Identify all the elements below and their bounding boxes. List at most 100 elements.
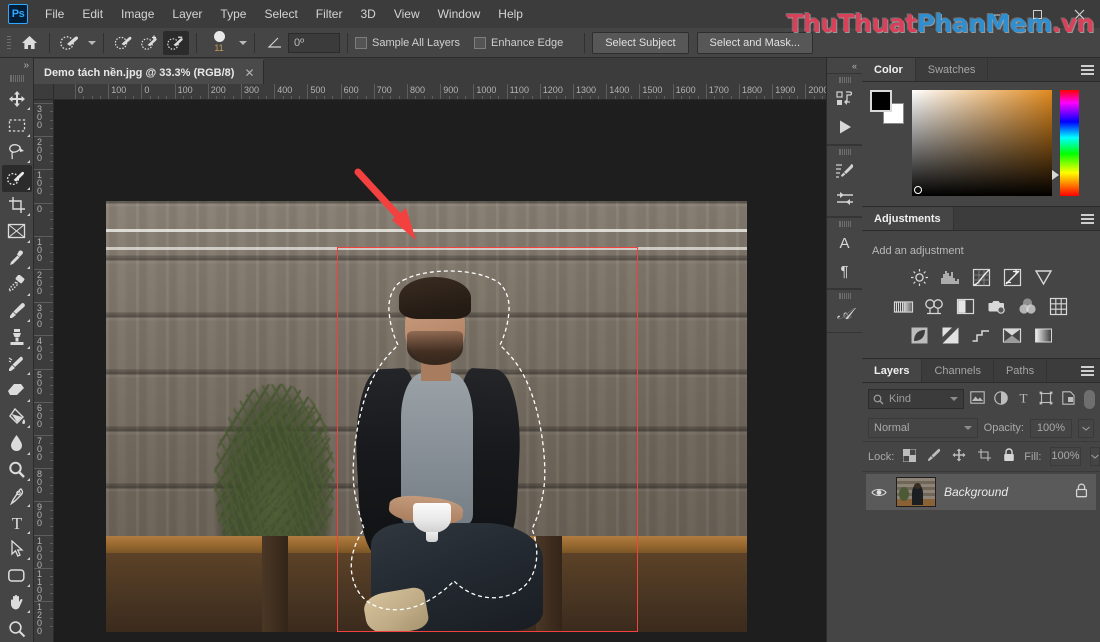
sample-all-layers-checkbox[interactable] xyxy=(355,36,367,49)
tool-preset-chevron-down-icon[interactable] xyxy=(88,40,96,45)
threshold-icon[interactable] xyxy=(971,325,992,346)
vertical-ruler[interactable]: 300 200 100 0 100 200 300 400 500 600 700 800 900 100… xyxy=(34,100,54,642)
crop-tool[interactable] xyxy=(2,192,32,218)
actions-play-icon[interactable] xyxy=(830,113,860,141)
menu-image[interactable]: Image xyxy=(112,3,163,25)
history-brush-tool[interactable] xyxy=(2,351,32,377)
layer-visibility-toggle[interactable] xyxy=(870,487,888,498)
pen-tool[interactable] xyxy=(2,483,32,509)
fill-stepper[interactable] xyxy=(1089,447,1100,466)
brush-settings-icon[interactable] xyxy=(830,157,860,185)
blend-mode-chevron-down-icon[interactable] xyxy=(963,426,972,430)
fill-input[interactable]: 100% xyxy=(1050,447,1081,466)
glyphs-group-grip[interactable] xyxy=(838,293,851,299)
color-field-picker[interactable] xyxy=(914,186,922,194)
path-selection-tool[interactable] xyxy=(2,536,32,562)
history-panel-icon[interactable] xyxy=(830,85,860,113)
quick-selection-tool[interactable] xyxy=(1,165,32,192)
menu-edit[interactable]: Edit xyxy=(73,3,112,25)
filter-adjustment-layers-icon[interactable] xyxy=(994,390,1008,408)
character-panel-icon[interactable]: A xyxy=(830,229,860,257)
color-panel-menu-icon[interactable] xyxy=(1081,58,1094,82)
home-button[interactable] xyxy=(16,31,42,55)
foreground-color-swatch[interactable] xyxy=(870,90,892,112)
sample-all-layers-checkbox-row[interactable]: Sample All Layers xyxy=(355,36,460,49)
brush-tool[interactable] xyxy=(2,298,32,324)
layer-name[interactable]: Background xyxy=(944,485,1067,499)
horizontal-ruler[interactable]: 0 100 0 100 200 300 400 500 600 700 800 900 1000 1100… xyxy=(54,84,826,100)
tab-layers[interactable]: Layers xyxy=(862,359,923,382)
document-tab-close-icon[interactable]: ✕ xyxy=(244,66,254,80)
levels-icon[interactable] xyxy=(940,267,961,288)
blend-mode-select[interactable]: Normal xyxy=(868,418,978,438)
color-balance-icon[interactable] xyxy=(924,296,945,317)
menu-window[interactable]: Window xyxy=(429,3,490,25)
move-tool[interactable] xyxy=(2,86,32,112)
brush-presets-icon[interactable] xyxy=(830,185,860,213)
zoom-tool[interactable] xyxy=(2,615,32,641)
brush-size-picker[interactable]: 11 xyxy=(204,31,234,53)
rectangular-marquee-tool[interactable] xyxy=(2,112,32,138)
menu-layer[interactable]: Layer xyxy=(163,3,211,25)
glyphs-panel-icon[interactable]: 𝒜 xyxy=(830,301,860,329)
eraser-tool[interactable] xyxy=(2,377,32,403)
layer-filter-kind-select[interactable]: Kind xyxy=(868,389,964,409)
color-lookup-icon[interactable] xyxy=(1048,296,1069,317)
brightness-contrast-icon[interactable] xyxy=(909,267,930,288)
hand-tool[interactable] xyxy=(2,589,32,615)
new-selection-button[interactable] xyxy=(111,31,137,55)
menu-3d[interactable]: 3D xyxy=(351,3,384,25)
menu-file[interactable]: File xyxy=(36,3,73,25)
layer-filter-toggle[interactable] xyxy=(1084,389,1095,409)
exposure-icon[interactable] xyxy=(1002,267,1023,288)
type-tool[interactable]: T xyxy=(2,509,32,535)
toolbar-grip[interactable] xyxy=(9,74,24,82)
layers-panel-menu-icon[interactable] xyxy=(1081,359,1094,383)
dock-collapse-button[interactable]: « xyxy=(827,58,862,73)
toolbar-collapse-button[interactable]: » xyxy=(0,60,33,74)
lock-position-icon[interactable] xyxy=(952,448,966,465)
menu-select[interactable]: Select xyxy=(255,3,306,25)
filter-smart-objects-icon[interactable] xyxy=(1062,390,1075,408)
lock-image-pixels-icon[interactable] xyxy=(927,448,941,465)
menu-type[interactable]: Type xyxy=(211,3,255,25)
brush-chevron-down-icon[interactable] xyxy=(239,40,247,45)
layer-filter-chevron-down-icon[interactable] xyxy=(950,397,958,401)
document-tab[interactable]: Demo tách nền.jpg @ 33.3% (RGB/8) ✕ xyxy=(34,59,264,84)
layer-row-background[interactable]: Background xyxy=(866,474,1096,510)
lock-artboard-nesting-icon[interactable] xyxy=(977,448,992,465)
dodge-tool[interactable] xyxy=(2,457,32,483)
lock-transparent-pixels-icon[interactable] xyxy=(902,448,917,465)
lasso-tool[interactable] xyxy=(2,139,32,165)
tab-channels[interactable]: Channels xyxy=(922,359,994,382)
angle-input[interactable]: 0º xyxy=(288,32,340,53)
eyedropper-tool[interactable] xyxy=(2,245,32,271)
enhance-edge-checkbox-row[interactable]: Enhance Edge xyxy=(474,36,563,49)
type-group-grip[interactable] xyxy=(838,221,851,227)
document-image[interactable] xyxy=(106,201,747,632)
black-white-icon[interactable] xyxy=(955,296,976,317)
lock-all-icon[interactable] xyxy=(1003,448,1015,465)
menu-view[interactable]: View xyxy=(385,3,429,25)
vibrance-icon[interactable] xyxy=(1033,267,1054,288)
select-subject-button[interactable]: Select Subject xyxy=(592,31,689,54)
clone-stamp-tool[interactable] xyxy=(2,324,32,350)
opacity-input[interactable]: 100% xyxy=(1030,418,1072,438)
rectangle-tool[interactable] xyxy=(2,562,32,588)
brush-group-grip[interactable] xyxy=(838,149,851,155)
adjustments-panel-menu-icon[interactable] xyxy=(1081,207,1094,231)
canvas-stage[interactable] xyxy=(54,100,826,642)
paragraph-panel-icon[interactable]: ¶ xyxy=(830,257,860,285)
subtract-from-selection-button[interactable] xyxy=(163,30,189,55)
selective-color-icon[interactable] xyxy=(1002,325,1023,346)
layer-thumbnail[interactable] xyxy=(896,477,936,507)
curves-icon[interactable] xyxy=(971,267,992,288)
tab-color[interactable]: Color xyxy=(862,58,916,81)
tab-swatches[interactable]: Swatches xyxy=(916,58,989,81)
tab-paths[interactable]: Paths xyxy=(994,359,1048,382)
hue-slider[interactable] xyxy=(1052,90,1079,196)
menu-help[interactable]: Help xyxy=(489,3,532,25)
hue-saturation-icon[interactable] xyxy=(893,296,914,317)
options-bar-grip[interactable] xyxy=(4,34,14,52)
invert-icon[interactable] xyxy=(909,325,930,346)
